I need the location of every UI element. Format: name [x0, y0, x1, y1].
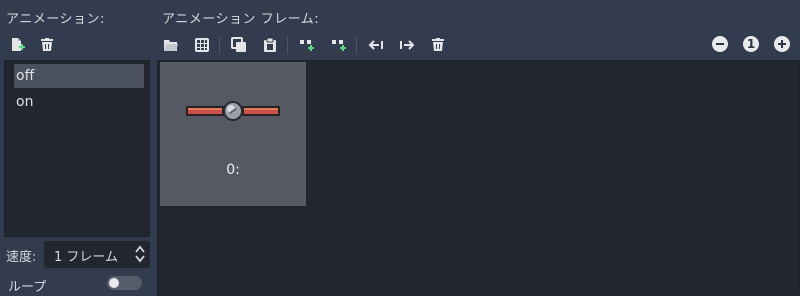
trash-icon [432, 38, 444, 51]
move-right-icon [400, 40, 415, 50]
toolbar-separator [219, 36, 220, 54]
new-file-icon [12, 38, 25, 51]
speed-label: 速度: [6, 250, 37, 265]
zoom-in-button[interactable] [774, 36, 790, 52]
zoom-reset-button[interactable]: 1 [743, 36, 759, 52]
plus-icon [778, 40, 786, 48]
new-animation-button[interactable] [6, 34, 28, 56]
load-frames-button[interactable] [160, 34, 182, 56]
spin-arrows-icon[interactable] [134, 244, 146, 268]
zoom-reset-label: 1 [746, 37, 756, 51]
move-frame-right-button[interactable] [396, 34, 418, 56]
paste-icon [264, 37, 276, 52]
move-left-icon [368, 40, 383, 50]
copy-frame-button[interactable] [228, 34, 250, 56]
frame-index-label: 0: [226, 162, 240, 178]
loop-label: ループ [8, 280, 47, 295]
toolbar-separator [356, 36, 357, 54]
animation-item-on[interactable]: on [14, 90, 144, 114]
insert-frame-before-button[interactable] [296, 34, 318, 56]
zoom-out-button[interactable] [712, 36, 728, 52]
delete-animation-button[interactable] [36, 34, 58, 56]
animation-frames-heading: アニメーション フレーム: [162, 12, 320, 27]
animations-heading: アニメーション: [6, 12, 105, 27]
animation-item-label: on [16, 94, 34, 110]
toolbar-separator [287, 36, 288, 54]
delete-frame-button[interactable] [427, 34, 449, 56]
animation-item-label: off [16, 68, 35, 84]
animation-item-off[interactable]: off [14, 64, 144, 88]
grid-icon [195, 38, 209, 52]
loop-toggle[interactable] [107, 276, 142, 290]
lever-sprite-icon [186, 101, 280, 121]
folder-open-icon [164, 40, 178, 51]
move-frame-left-button[interactable] [365, 34, 387, 56]
toggle-knob [109, 278, 119, 288]
frame-item[interactable]: 0: [160, 62, 306, 206]
load-sprite-sheet-button[interactable] [191, 34, 213, 56]
speed-value: 1 フレーム [54, 250, 119, 265]
trash-icon [41, 38, 53, 51]
insert-before-icon [300, 40, 314, 51]
paste-frame-button[interactable] [259, 34, 281, 56]
copy-icon [231, 37, 246, 52]
minus-icon [716, 43, 724, 45]
insert-frame-after-button[interactable] [328, 34, 350, 56]
insert-after-icon [332, 40, 346, 51]
